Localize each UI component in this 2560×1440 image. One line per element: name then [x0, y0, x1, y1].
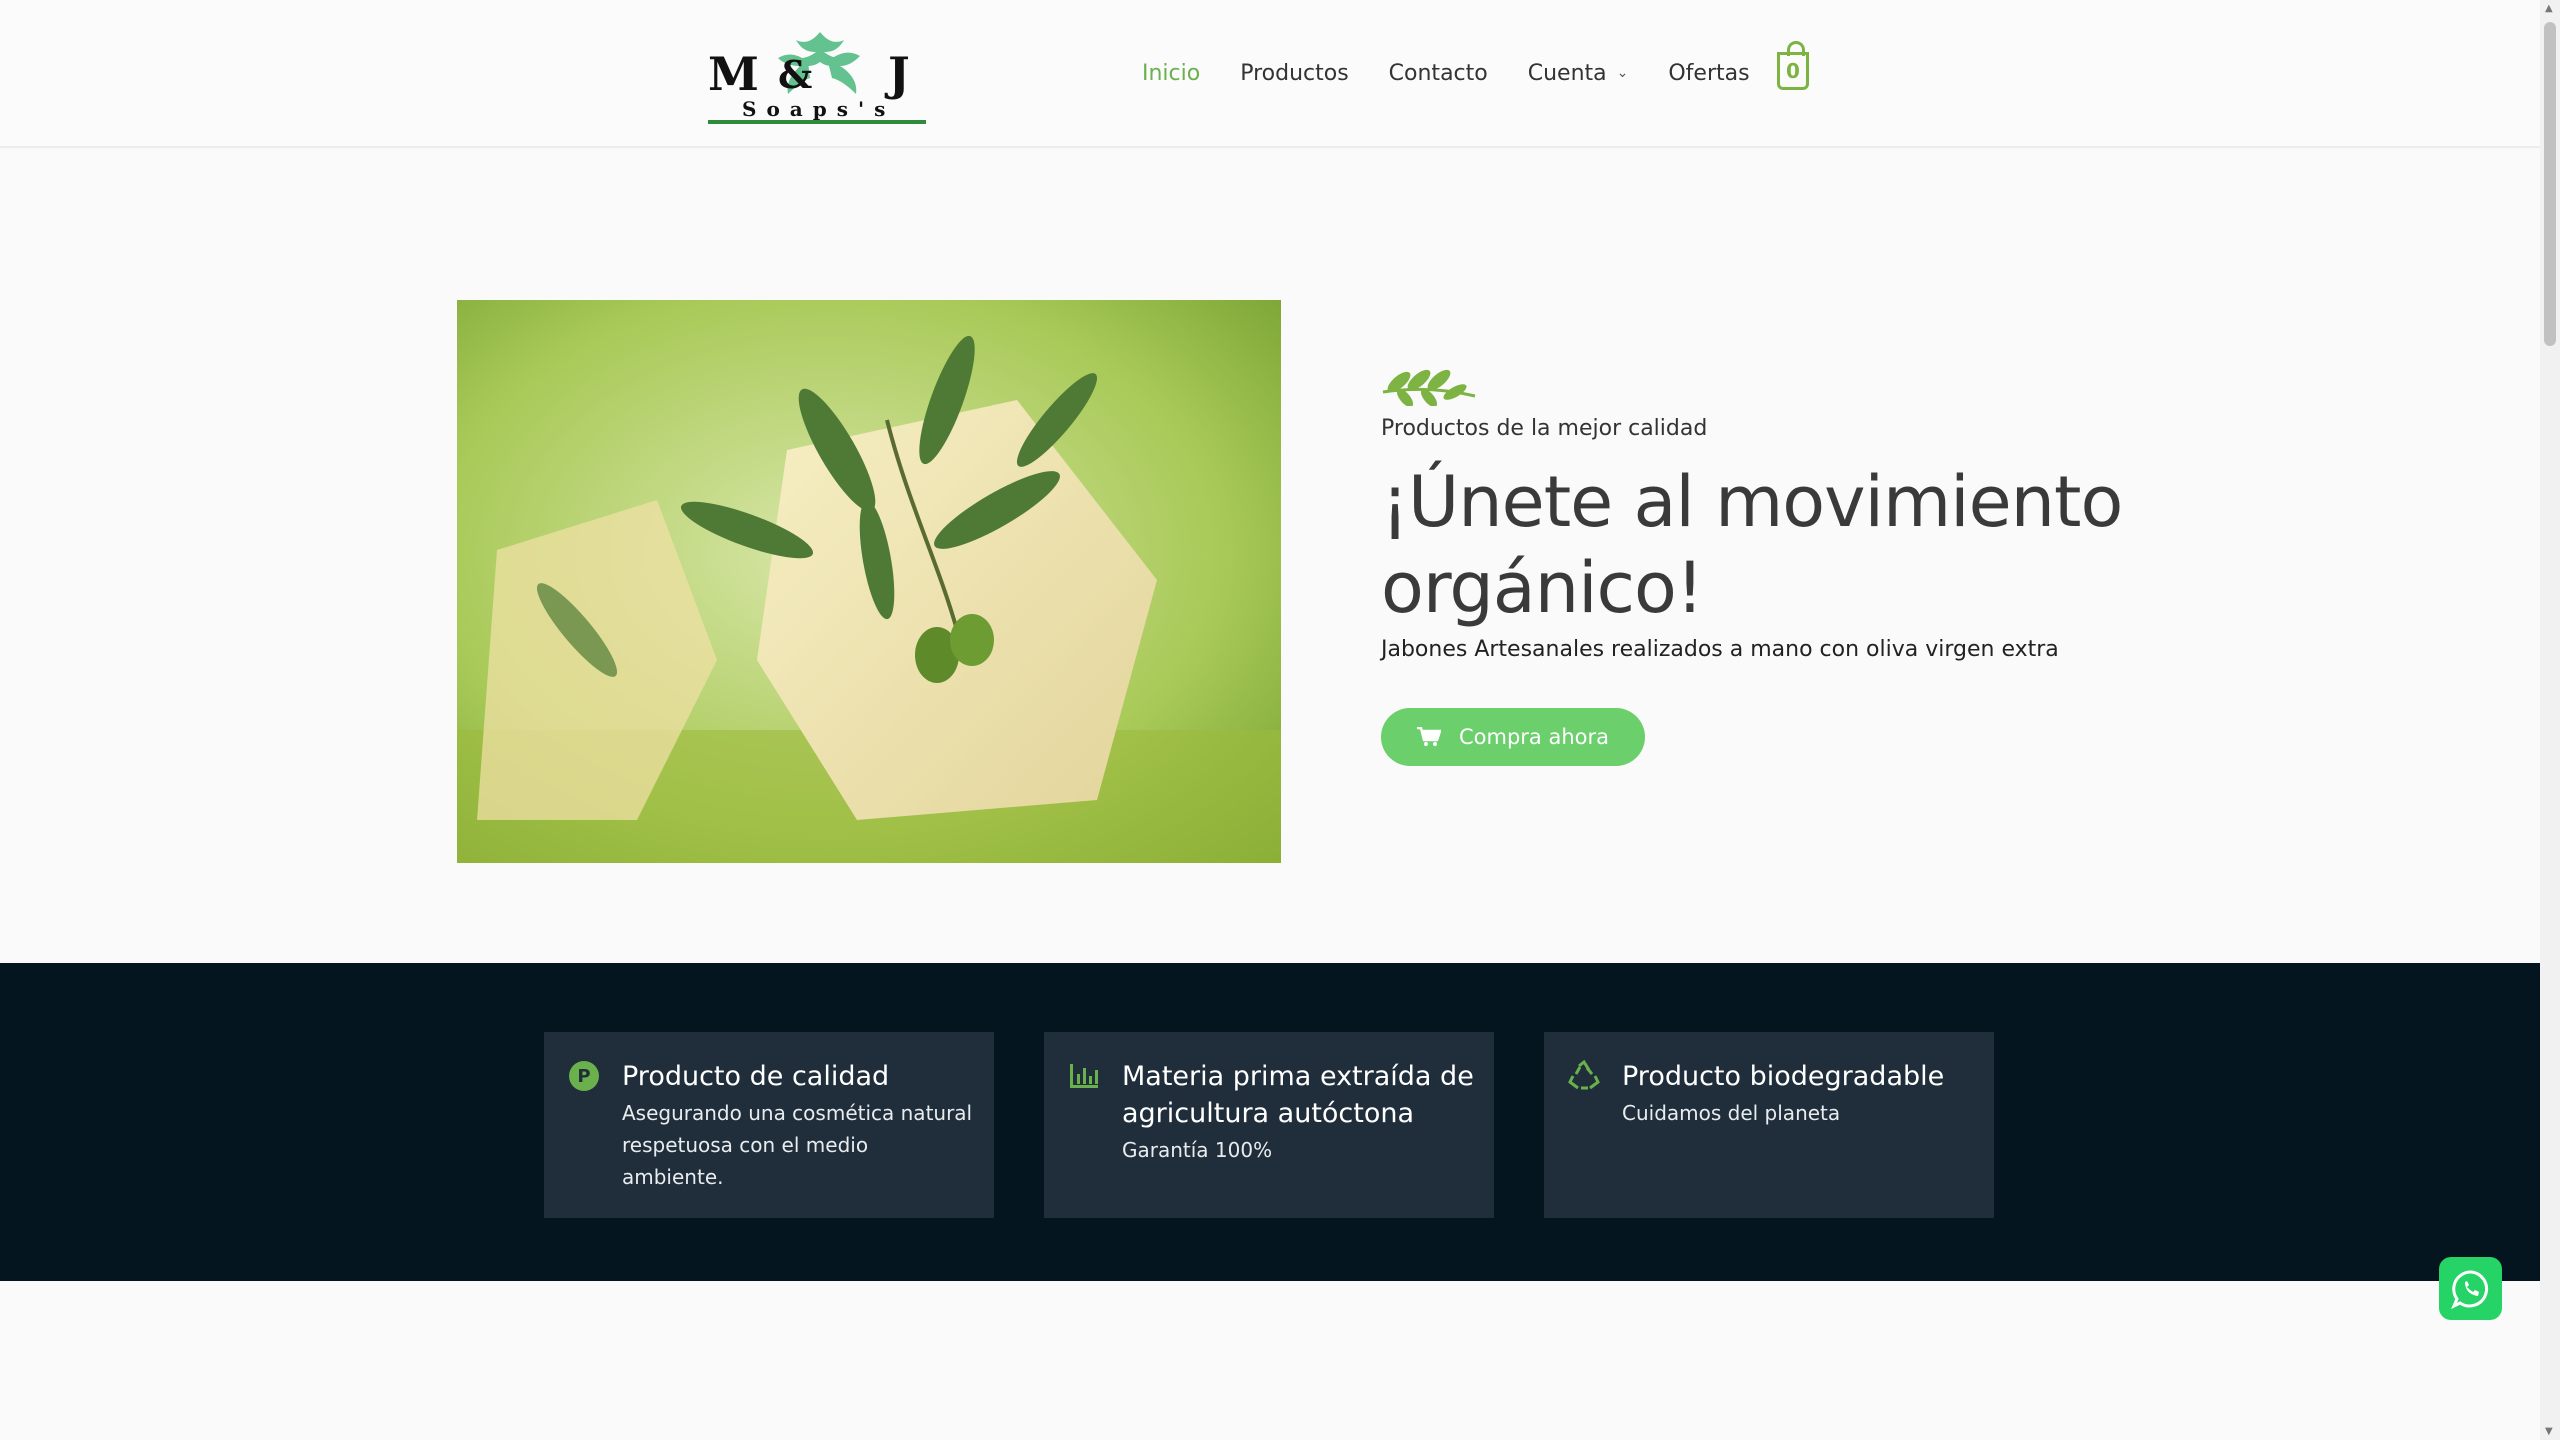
main-nav: Inicio Productos Contacto Cuenta ⌄ Ofert…	[1142, 0, 1790, 146]
p-badge-icon: P	[569, 1061, 599, 1091]
feature-title: Materia prima extraída de agricultura au…	[1122, 1061, 1474, 1129]
nav-ofertas[interactable]: Ofertas	[1668, 61, 1749, 86]
hero-image	[457, 300, 1281, 863]
site-header: M & J Soaps's Inicio Productos Contacto …	[0, 0, 2540, 148]
bar-chart-icon	[1070, 1064, 1098, 1088]
feature-title: Producto de calidad	[622, 1061, 890, 1092]
hero-content: Productos de la mejor calidad ¡Únete al …	[1381, 362, 2141, 766]
site-logo[interactable]: M & J Soaps's	[708, 22, 932, 126]
nav-inicio[interactable]: Inicio	[1142, 61, 1200, 86]
feature-card-raw-material: Materia prima extraída de agricultura au…	[1044, 1032, 1494, 1218]
hero-headline-line2: orgánico!	[1381, 547, 1704, 629]
cart-icon	[1416, 727, 1441, 746]
svg-text:M: M	[708, 47, 759, 101]
svg-text:Soaps's: Soaps's	[742, 97, 895, 121]
feature-desc: Cuidamos del planeta	[1622, 1101, 1841, 1125]
recycle-icon	[1568, 1060, 1600, 1090]
buy-now-button[interactable]: Compra ahora	[1381, 708, 1645, 766]
feature-card-quality: P Producto de calidad Asegurando una cos…	[544, 1032, 994, 1218]
hero-description: Jabones Artesanales realizados a mano co…	[1381, 637, 2059, 662]
feature-desc: Asegurando una cosmética natural respetu…	[622, 1101, 973, 1189]
scroll-up-icon[interactable]: ▲	[2545, 3, 2553, 14]
scrollbar-thumb[interactable]	[2544, 22, 2556, 346]
hero-headline: ¡Únete al movimiento orgánico!	[1381, 459, 2141, 631]
cart-count: 0	[1786, 59, 1800, 83]
cart-button[interactable]: 0	[1777, 41, 1809, 90]
svg-text:&: &	[778, 52, 812, 97]
feature-desc: Garantía 100%	[1122, 1138, 1273, 1162]
whatsapp-button[interactable]	[2439, 1257, 2502, 1320]
scroll-down-icon[interactable]: ▼	[2545, 1426, 2553, 1437]
svg-text:P: P	[577, 1066, 590, 1087]
feature-card-biodegradable: Producto biodegradable Cuidamos del plan…	[1544, 1032, 1994, 1218]
nav-productos[interactable]: Productos	[1240, 61, 1348, 86]
buy-now-label: Compra ahora	[1458, 725, 1609, 749]
nav-contacto[interactable]: Contacto	[1389, 61, 1488, 86]
olive-branch-icon	[1382, 369, 1476, 406]
olive-soap-image	[457, 300, 1281, 863]
svg-text:J: J	[884, 47, 910, 101]
page-scrollbar[interactable]: ▲ ▼	[2540, 0, 2560, 1440]
logo-graphic: M & J Soaps's	[708, 32, 926, 124]
nav-cuenta-label: Cuenta	[1527, 60, 1607, 86]
hero-headline-line1: ¡Únete al movimiento	[1381, 461, 2123, 543]
features-band: P Producto de calidad Asegurando una cos…	[0, 963, 2540, 1281]
feature-title: Producto biodegradable	[1622, 1061, 1945, 1092]
whatsapp-icon	[2450, 1269, 2488, 1309]
hero-subtitle: Productos de la mejor calidad	[1381, 416, 1708, 441]
chevron-down-icon: ⌄	[1616, 65, 1629, 81]
nav-cuenta[interactable]: Cuenta ⌄	[1528, 61, 1629, 86]
